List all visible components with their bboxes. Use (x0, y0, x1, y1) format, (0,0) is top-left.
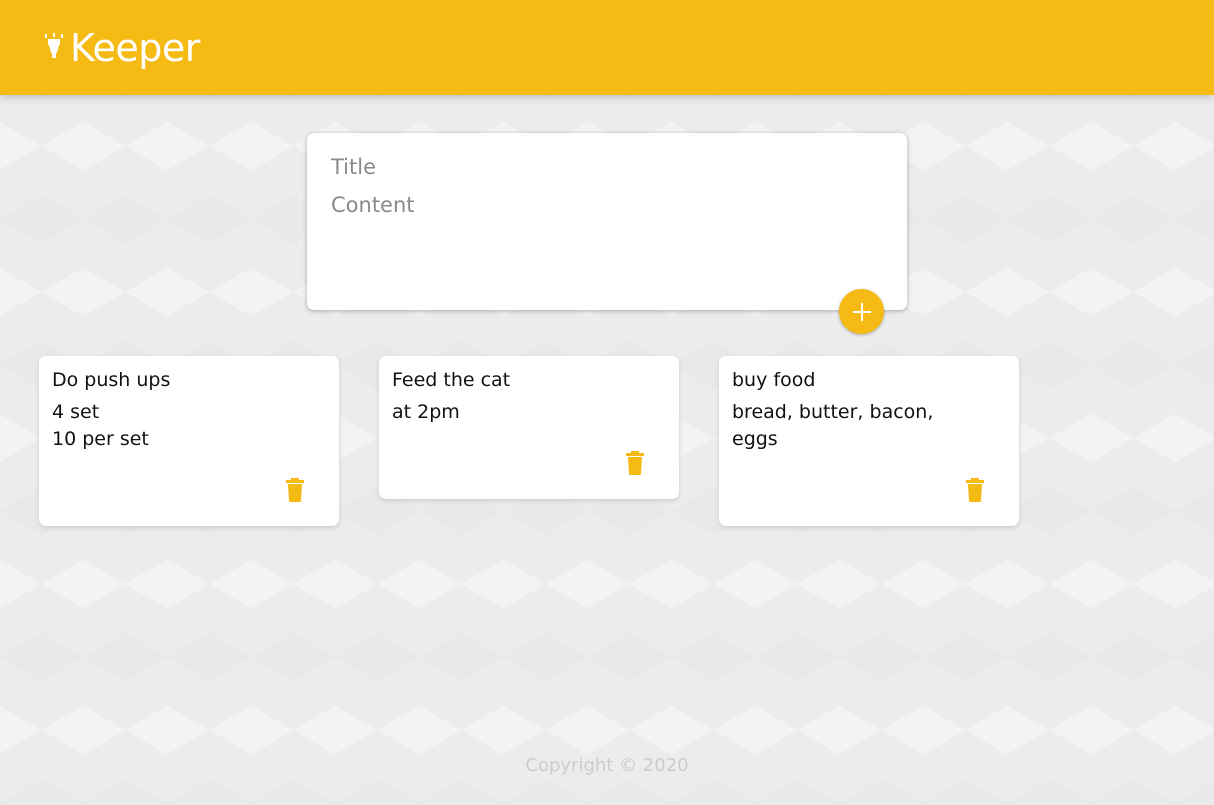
copyright-text: Copyright © 2020 (525, 755, 689, 776)
delete-note-button[interactable] (965, 478, 985, 502)
note-title-input[interactable] (331, 155, 883, 179)
footer: Copyright © 2020 (0, 755, 1214, 776)
note-card: Feed the cat at 2pm (379, 356, 679, 499)
delete-note-button[interactable] (285, 478, 305, 502)
create-note-form (307, 133, 907, 310)
note-content: 4 set 10 per set (52, 401, 149, 450)
note-card: Do push ups 4 set 10 per set (39, 356, 339, 526)
trash-icon (286, 478, 304, 502)
note-title: Feed the cat (392, 369, 511, 391)
note-content-input[interactable] (331, 193, 883, 283)
highlighter-icon (45, 32, 63, 58)
app-header: Keeper (0, 0, 1214, 95)
note-content: at 2pm (392, 401, 460, 423)
plus-icon (852, 302, 871, 321)
add-note-button[interactable] (839, 289, 884, 334)
note-title: Do push ups (52, 369, 171, 391)
note-content: bread, butter, bacon, eggs (732, 401, 934, 450)
note-title: buy food (732, 369, 816, 391)
trash-icon (966, 478, 984, 502)
delete-note-button[interactable] (625, 451, 645, 475)
app-title: Keeper (70, 25, 200, 70)
note-card: buy food bread, butter, bacon, eggs (719, 356, 1019, 526)
trash-icon (626, 451, 644, 475)
